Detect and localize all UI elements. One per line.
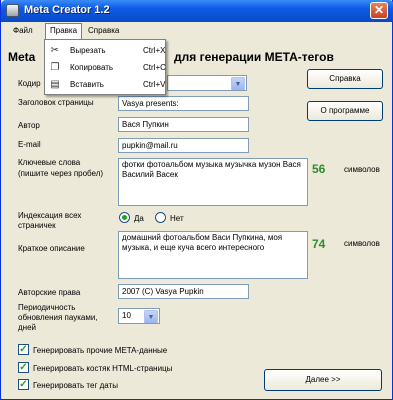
description-count-unit: символов (344, 239, 380, 248)
description-label: Краткое описание (18, 244, 85, 253)
menu-help[interactable]: Справка (84, 24, 123, 38)
email-input[interactable]: pupkin@mail.ru (118, 138, 249, 153)
checkbox-html-skeleton-label: Генерировать костяк HTML-страницы (33, 364, 173, 373)
menu-file[interactable]: Файл (9, 24, 37, 38)
checkbox-html-skeleton[interactable]: ✓ (18, 362, 29, 373)
title-input[interactable]: Vasya presents: (118, 96, 249, 111)
indexing-yes-radio[interactable] (119, 212, 130, 223)
revisit-select[interactable]: 10 ▼ (118, 308, 160, 324)
menu-bar: Файл Правка Справка (2, 22, 392, 39)
keywords-count: 56 (312, 162, 326, 176)
revisit-label-line1: Периодичность (18, 303, 76, 312)
heading-right: для генерации META-тегов (174, 50, 334, 64)
menu-item-paste[interactable]: ▤ Вставить Ctrl+V (45, 76, 165, 93)
indexing-no-radio[interactable] (155, 212, 166, 223)
copy-icon: ❐ (50, 62, 60, 73)
revisit-value: 10 (122, 311, 131, 320)
paste-icon: ▤ (50, 79, 60, 90)
indexing-label-line1: Индексация всех (18, 211, 82, 220)
keywords-count-unit: символов (344, 165, 380, 174)
app-icon (6, 4, 19, 17)
revisit-label-line3: дней (18, 323, 37, 332)
keywords-label-line1: Ключевые слова (18, 158, 81, 167)
checkbox-meta-data[interactable]: ✓ (18, 344, 29, 355)
email-label: E-mail (18, 140, 41, 149)
indexing-yes-label: Да (134, 214, 144, 223)
checkbox-date-tag[interactable]: ✓ (18, 379, 29, 390)
copyright-label: Авторские права (18, 288, 81, 297)
about-button[interactable]: О программе (307, 101, 383, 121)
menu-edit[interactable]: Правка (45, 23, 83, 39)
copyright-input[interactable]: 2007 (C) Vasya Pupkin (118, 284, 249, 299)
checkbox-meta-data-label: Генерировать прочие META-данные (33, 346, 168, 355)
title-bar[interactable]: Meta Creator 1.2 ✕ (1, 0, 393, 22)
indexing-no-label: Нет (170, 214, 184, 223)
checkbox-date-tag-label: Генерировать тег даты (33, 381, 118, 390)
description-count: 74 (312, 237, 326, 251)
encoding-label: Кодир (18, 79, 41, 88)
edit-menu-dropdown: ✂ Вырезать Ctrl+X ❐ Копировать Ctrl+C ▤ … (44, 39, 166, 95)
help-button[interactable]: Справка (307, 69, 383, 89)
keywords-label-line2: (пишите через пробел) (18, 169, 104, 178)
keywords-textarea[interactable]: фотки фотоальбом музыка музычка музон Ва… (118, 158, 308, 206)
next-button[interactable]: Далее >> (264, 369, 382, 391)
window-title: Meta Creator 1.2 (24, 4, 110, 16)
revisit-label-line2: обновления пауками, (18, 313, 98, 322)
menu-item-copy[interactable]: ❐ Копировать Ctrl+C (45, 59, 166, 76)
page-heading: Meta для генерации META-тегов (8, 50, 334, 64)
encoding-select[interactable]: ▼ (167, 75, 247, 91)
author-input[interactable]: Вася Пупкин (118, 117, 249, 132)
chevron-down-icon[interactable]: ▼ (231, 77, 245, 90)
indexing-label-line2: страничек (18, 221, 56, 230)
menu-item-cut[interactable]: ✂ Вырезать Ctrl+X (45, 42, 166, 59)
heading-left: Meta (8, 50, 36, 64)
chevron-down-icon[interactable]: ▼ (144, 310, 158, 323)
author-label: Автор (18, 121, 40, 130)
title-label: Заголовок страницы (18, 98, 94, 107)
description-textarea[interactable]: домашний фотоальбом Васи Пупкина, моя му… (118, 231, 308, 279)
close-button[interactable]: ✕ (370, 2, 388, 19)
scissors-icon: ✂ (50, 45, 60, 56)
main-window: Meta Creator 1.2 ✕ Файл Правка Справка ✂… (0, 0, 393, 400)
